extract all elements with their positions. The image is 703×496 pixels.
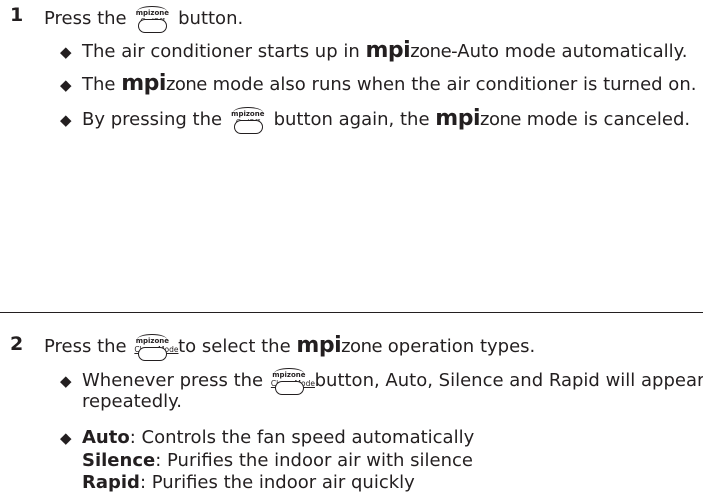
step2-bullet-1-continuation: repeatedly. — [82, 391, 182, 412]
step2-bullet-2-auto: ◆ Auto: Controls the fan speed automatica… — [60, 427, 475, 448]
mode-silence: Silence: Purifies the indoor air with si… — [82, 450, 474, 471]
mpizone-brand: mpizone — [365, 38, 452, 63]
mode-rapid: Rapid: Purifies the indoor air quickly — [82, 472, 415, 493]
step1-bullet-2: ◆ The mpizone mode also runs when the air… — [60, 71, 697, 96]
diamond-bullet-icon: ◆ — [60, 111, 72, 129]
step-number: 1 — [10, 4, 24, 26]
diamond-bullet-icon: ◆ — [60, 372, 72, 390]
step1-bullet-1: ◆ The air conditioner starts up in mpizon… — [60, 38, 688, 63]
step1-button-text: button. — [178, 8, 244, 29]
diamond-bullet-icon: ◆ — [60, 429, 72, 447]
diamond-bullet-icon: ◆ — [60, 76, 72, 94]
mode-label-silence: Silence — [82, 450, 156, 471]
section-divider — [0, 312, 703, 313]
mpizone-clean-mode-button-icon: mpizone Clean Mode — [134, 331, 178, 361]
mpizone-brand: mpizone — [121, 71, 207, 96]
diamond-bullet-icon: ◆ — [60, 43, 72, 61]
mode-label-auto: Auto — [82, 427, 130, 448]
step1-bullet-3: ◆By pressing the mpizone On/Off button a… — [60, 104, 690, 134]
mpizone-brand: mpizone — [296, 333, 383, 358]
mpizone-onoff-button-icon: mpizone On/Off — [230, 104, 266, 134]
mpizone-clean-mode-button-icon: mpizone Clean Mode — [271, 365, 315, 395]
mpizone-onoff-button-icon: mpizone On/Off — [134, 3, 170, 33]
step2-instruction: Press the mpizone Clean Mode to select t… — [44, 331, 535, 361]
step-number: 2 — [10, 333, 24, 355]
mode-label-rapid: Rapid — [82, 472, 140, 493]
step1-press-text: Press the — [44, 8, 127, 29]
mpizone-brand: mpizone — [435, 106, 521, 131]
step1-instruction: Press the mpizone On/Off button. — [44, 3, 243, 33]
